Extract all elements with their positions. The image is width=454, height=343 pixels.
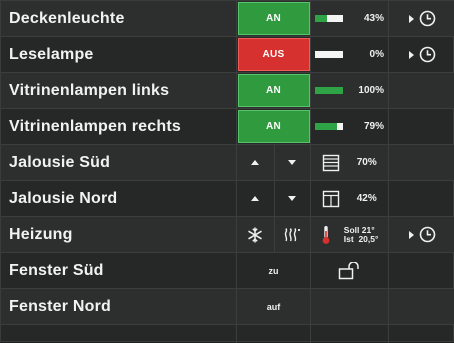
blind-position-percent: 70% [356, 157, 377, 168]
clock-icon [419, 10, 435, 27]
blind-down-button[interactable] [273, 181, 311, 216]
device-row-heizung: Heizung Soll 21° Ist 20,5° [1, 217, 454, 253]
empty-row [1, 325, 454, 343]
lock-cell[interactable] [311, 253, 389, 288]
temperature-actual: Ist 20,5° [343, 233, 379, 244]
device-row-fenster-nord: Fenster Nord auf [1, 289, 454, 325]
expand-arrow-icon [408, 230, 414, 239]
device-row-vitrinenlampen-rechts: Vitrinenlampen rechts AN 79% [1, 109, 454, 145]
device-row-leselampe: Leselampe AUS 0% [1, 37, 454, 73]
blind-control-cell [237, 145, 311, 180]
toggle-on-button[interactable]: AN [237, 110, 310, 143]
dimmer-cell[interactable]: 0% [311, 37, 389, 72]
snowflake-icon [248, 227, 263, 242]
dimmer-percent: 0% [369, 49, 384, 60]
empty-cell [1, 325, 237, 343]
timer-cell[interactable] [389, 1, 454, 36]
device-row-jalousie-nord: Jalousie Nord 42% [1, 181, 454, 217]
device-name: Jalousie Nord [1, 181, 237, 216]
blind-open-icon [323, 190, 340, 207]
toggle-on-button[interactable]: AN [237, 2, 310, 35]
cooling-mode-button[interactable] [237, 217, 274, 252]
heat-waves-icon [284, 227, 301, 241]
empty-cell [237, 325, 311, 343]
dimmer-bar-fill [315, 87, 343, 94]
timer-cell[interactable] [389, 217, 454, 252]
device-row-deckenleuchte: Deckenleuchte AN 43% [1, 1, 454, 37]
device-name: Fenster Süd [1, 253, 237, 288]
empty-cell [311, 325, 389, 343]
blind-position-cell[interactable]: 70% [311, 145, 389, 180]
state-cell: AN [237, 1, 311, 36]
heating-mode-cell [237, 217, 311, 252]
padlock-open-icon [338, 261, 359, 279]
device-row-fenster-sued: Fenster Süd zu [1, 253, 454, 289]
timer-cell-empty [389, 181, 454, 216]
timer-cell-empty [389, 73, 454, 108]
dimmer-cell[interactable]: 79% [311, 109, 389, 144]
device-control-panel: Deckenleuchte AN 43% Leselampe AUS 0% Vi… [0, 0, 454, 343]
timer-cell-empty [389, 253, 454, 288]
device-name: Vitrinenlampen links [1, 73, 237, 108]
dimmer-cell[interactable]: 43% [311, 1, 389, 36]
timer-cell-empty [389, 145, 454, 180]
arrow-down-icon [288, 196, 297, 201]
blind-down-button[interactable] [273, 145, 311, 180]
empty-cell [389, 325, 454, 343]
window-state-label: zu [268, 265, 279, 276]
device-name: Leselampe [1, 37, 237, 72]
device-name: Deckenleuchte [1, 1, 237, 36]
blind-control-cell [237, 181, 311, 216]
state-cell: AN [237, 73, 311, 108]
timer-cell-empty [389, 289, 454, 324]
window-state-label: auf [266, 301, 281, 312]
blind-position-cell[interactable]: 42% [311, 181, 389, 216]
dimmer-bar[interactable] [315, 51, 343, 58]
device-name: Jalousie Süd [1, 145, 237, 180]
window-state-cell: auf [237, 289, 311, 324]
heating-mode-button[interactable] [273, 217, 311, 252]
device-name: Heizung [1, 217, 237, 252]
empty-cell [311, 289, 389, 324]
arrow-up-icon [251, 196, 260, 201]
expand-arrow-icon [408, 50, 414, 59]
dimmer-bar[interactable] [315, 15, 343, 22]
arrow-down-icon [288, 160, 297, 165]
dimmer-bar-fill [315, 123, 338, 130]
dimmer-bar[interactable] [315, 123, 343, 130]
state-cell: AN [237, 109, 311, 144]
dimmer-bar[interactable] [315, 87, 343, 94]
expand-arrow-icon [408, 14, 414, 23]
temperature-cell[interactable]: Soll 21° Ist 20,5° [311, 217, 389, 252]
blind-position-percent: 42% [356, 193, 377, 204]
device-row-jalousie-sued: Jalousie Süd 70% [1, 145, 454, 181]
thermometer-icon [322, 225, 329, 244]
dimmer-percent: 100% [358, 85, 384, 96]
clock-icon [419, 46, 435, 63]
device-name: Vitrinenlampen rechts [1, 109, 237, 144]
window-state-cell: zu [237, 253, 311, 288]
dimmer-percent: 79% [363, 121, 384, 132]
dimmer-cell[interactable]: 100% [311, 73, 389, 108]
toggle-off-button[interactable]: AUS [237, 38, 310, 71]
state-cell: AUS [237, 37, 311, 72]
toggle-on-button[interactable]: AN [237, 74, 310, 107]
timer-cell[interactable] [389, 37, 454, 72]
blind-closed-icon [323, 154, 340, 171]
dimmer-percent: 43% [363, 13, 384, 24]
timer-cell-empty [389, 109, 454, 144]
temperature-readout: Soll 21° Ist 20,5° [343, 225, 379, 244]
device-row-vitrinenlampen-links: Vitrinenlampen links AN 100% [1, 73, 454, 109]
blind-up-button[interactable] [237, 145, 274, 180]
blind-up-button[interactable] [237, 181, 274, 216]
device-name: Fenster Nord [1, 289, 237, 324]
clock-icon [419, 226, 435, 243]
dimmer-bar-fill [315, 15, 328, 22]
arrow-up-icon [251, 160, 260, 165]
